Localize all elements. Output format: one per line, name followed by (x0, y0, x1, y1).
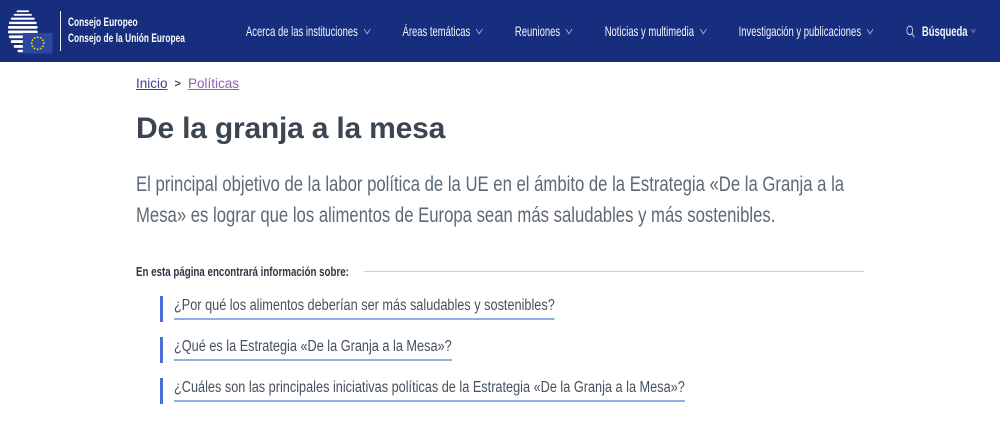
search-button[interactable]: Búsqueda (906, 23, 975, 39)
site-header: Consejo Europeo Consejo de la Unión Euro… (0, 0, 1000, 62)
brand-line-european-council: Consejo Europeo (68, 15, 190, 31)
nav-item-areas-tematicas[interactable]: Áreas temáticas (403, 23, 482, 39)
search-icon (906, 24, 916, 39)
horizontal-rule (364, 271, 864, 272)
intro-paragraph: El principal objetivo de la labor políti… (136, 169, 879, 232)
on-this-page-label: En esta página encontrará información so… (136, 264, 349, 279)
accent-bar (160, 296, 163, 322)
anchor-link-saludables-sostenibles[interactable]: ¿Por qué los alimentos deberían ser más … (174, 297, 555, 321)
anchor-link-iniciativas-politicas[interactable]: ¿Cuáles son las principales iniciativas … (174, 379, 685, 403)
brand-line-council-eu: Consejo de la Unión Europea (68, 31, 190, 47)
anchor-link-que-es-estrategia[interactable]: ¿Qué es la Estrategia «De la Granja a la… (174, 338, 452, 362)
anchor-link-list: ¿Por qué los alimentos deberían ser más … (160, 296, 864, 404)
on-this-page-header: En esta página encontrará información so… (136, 264, 864, 279)
chevron-down-icon (700, 25, 707, 35)
brand-text: Consejo Europeo Consejo de la Unión Euro… (68, 15, 190, 47)
main-content: Inicio>Políticas De la granja a la mesa … (0, 62, 1000, 404)
nav-item-label: Investigación y publicaciones (739, 23, 861, 39)
accent-bar (160, 337, 163, 363)
chevron-down-icon (971, 26, 976, 33)
breadcrumb-link-politicas[interactable]: Políticas (188, 76, 239, 91)
home-logo-link[interactable]: Consejo Europeo Consejo de la Unión Euro… (6, 0, 238, 62)
page-title: De la granja a la mesa (136, 112, 864, 147)
nav-item-investigacion-publicaciones[interactable]: Investigación y publicaciones (739, 23, 873, 39)
brand-divider (60, 11, 61, 51)
nav-item-noticias-multimedia[interactable]: Noticias y multimedia (605, 23, 706, 39)
chevron-down-icon (867, 25, 874, 35)
list-item: ¿Cuáles son las principales iniciativas … (160, 378, 864, 404)
nav-item-label: Áreas temáticas (403, 23, 471, 39)
breadcrumb-separator: > (175, 78, 181, 90)
chevron-down-icon (476, 25, 483, 35)
nav-item-label: Reuniones (515, 23, 560, 39)
nav-item-reuniones[interactable]: Reuniones (515, 23, 572, 39)
chevron-down-icon (566, 25, 573, 35)
chevron-down-icon (364, 25, 371, 35)
council-logo-icon (6, 8, 54, 55)
nav-item-instituciones[interactable]: Acerca de las instituciones (246, 23, 369, 39)
list-item: ¿Por qué los alimentos deberían ser más … (160, 296, 864, 322)
breadcrumb: Inicio > Políticas (136, 76, 864, 92)
accent-bar (160, 378, 163, 404)
main-nav: Acerca de las instituciones Áreas temáti… (246, 23, 975, 39)
breadcrumb-link-inicio[interactable]: Inicio (136, 76, 168, 91)
nav-item-label: Acerca de las instituciones (246, 23, 358, 39)
list-item: ¿Qué es la Estrategia «De la Granja a la… (160, 337, 864, 363)
nav-item-label: Noticias y multimedia (605, 23, 694, 39)
search-label: Búsqueda (922, 23, 968, 39)
